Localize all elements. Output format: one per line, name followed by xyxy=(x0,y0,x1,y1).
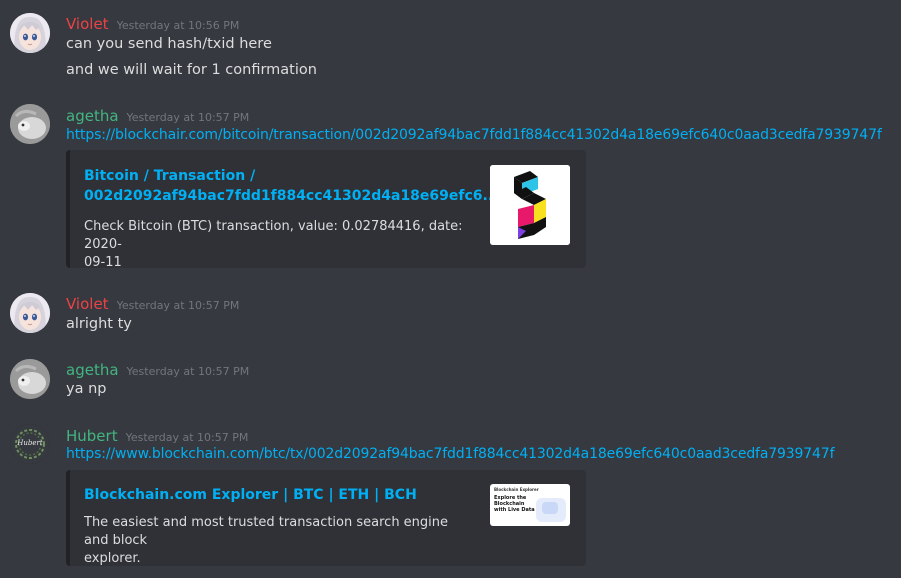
embed-title-line[interactable]: 002d2092af94bac7fdd1f884cc41302d4a18e69e… xyxy=(84,186,498,206)
thumb-heading: Explore the Blockchain with Live Data xyxy=(494,495,535,513)
username[interactable]: agetha xyxy=(66,107,119,125)
message-link[interactable]: https://www.blockchain.com/btc/tx/002d20… xyxy=(66,446,834,462)
embed-description-line: The easiest and most trusted transaction… xyxy=(84,515,449,548)
username[interactable]: Hubert xyxy=(66,427,118,445)
message-header: agetha Yesterday at 10:57 PM xyxy=(66,360,249,379)
thumb-illustration xyxy=(542,502,558,514)
grey-cat-avatar-icon xyxy=(10,104,50,144)
embed-description: Check Bitcoin (BTC) transaction, value: … xyxy=(84,218,469,272)
message-text: alright ty xyxy=(66,316,132,332)
message-text: ya np xyxy=(66,381,107,397)
avatar[interactable] xyxy=(10,359,50,399)
embed-description-line: explorer. xyxy=(84,551,141,566)
message-header: Hubert Yesterday at 10:57 PM xyxy=(66,426,248,445)
embed-title-line[interactable]: Bitcoin / Transaction / xyxy=(84,166,464,186)
message-header: Violet Yesterday at 10:56 PM xyxy=(66,14,239,33)
avatar[interactable] xyxy=(10,293,50,333)
thumb-heading-line: with Live Data xyxy=(494,507,535,513)
embed-description-line: 09-11 xyxy=(84,255,122,270)
blockchair-logo-icon xyxy=(490,165,570,245)
timestamp: Yesterday at 10:57 PM xyxy=(116,299,240,312)
link-embed: Blockchain.com Explorer | BTC | ETH | BC… xyxy=(66,470,586,566)
embed-description-line: Check Bitcoin (BTC) transaction, value: … xyxy=(84,219,463,252)
avatar[interactable] xyxy=(10,13,50,53)
anime-avatar-icon xyxy=(10,13,50,53)
embed-title-link[interactable]: Blockchain.com Explorer | BTC | ETH | BC… xyxy=(84,485,464,505)
avatar-label: Hubert xyxy=(17,439,43,447)
message-text: can you send hash/txid here xyxy=(66,36,272,52)
username[interactable]: Violet xyxy=(66,295,109,313)
message-link[interactable]: https://blockchair.com/bitcoin/transacti… xyxy=(66,127,882,143)
message-text: and we will wait for 1 confirmation xyxy=(66,62,317,78)
embed-title-link[interactable]: Bitcoin / Transaction / 002d2092af94bac7… xyxy=(84,166,498,206)
embed-thumbnail[interactable] xyxy=(490,165,570,245)
grey-cat-avatar-icon xyxy=(10,359,50,399)
username[interactable]: Violet xyxy=(66,15,109,33)
avatar[interactable] xyxy=(10,104,50,144)
timestamp: Yesterday at 10:57 PM xyxy=(126,111,250,124)
timestamp: Yesterday at 10:57 PM xyxy=(126,365,250,378)
message-header: agetha Yesterday at 10:57 PM xyxy=(66,106,249,125)
username[interactable]: agetha xyxy=(66,361,119,379)
timestamp: Yesterday at 10:56 PM xyxy=(116,19,240,32)
link-embed: Bitcoin / Transaction / 002d2092af94bac7… xyxy=(66,150,586,270)
thumb-brand: Blockchain Explorer xyxy=(494,487,539,492)
embed-description: The easiest and most trusted transaction… xyxy=(84,514,469,568)
anime-avatar-icon xyxy=(10,293,50,333)
embed-thumbnail[interactable]: Blockchain Explorer Explore the Blockcha… xyxy=(490,484,570,526)
timestamp: Yesterday at 10:57 PM xyxy=(125,431,249,444)
message-header: Violet Yesterday at 10:57 PM xyxy=(66,294,239,313)
